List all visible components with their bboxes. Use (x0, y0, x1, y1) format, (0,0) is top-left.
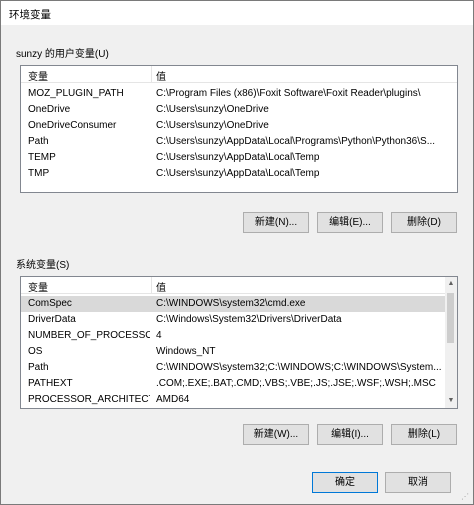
variable-value: C:\Users\sunzy\AppData\Local\Temp (156, 152, 320, 163)
user-edit-button[interactable]: 编辑(E)... (317, 212, 383, 233)
user-delete-button[interactable]: 删除(D) (391, 212, 457, 233)
variable-name: Path (28, 136, 49, 147)
table-row[interactable]: MOZ_PLUGIN_PATH C:\Program Files (x86)\F… (21, 86, 457, 102)
user-new-button[interactable]: 新建(N)... (243, 212, 309, 233)
user-list-header: 变量 值 (21, 66, 457, 83)
title-bar[interactable]: 环境变量 (1, 1, 473, 25)
column-header-variable[interactable]: 变量 (28, 68, 48, 83)
variable-name: Path (28, 362, 49, 373)
variable-name: DriverData (28, 314, 76, 325)
column-header-value[interactable]: 值 (156, 279, 166, 294)
environment-variables-dialog: 环境变量 sunzy 的用户变量(U) 变量 值 MOZ_PLUGIN_PATH… (0, 0, 474, 505)
column-header-value[interactable]: 值 (156, 68, 166, 83)
variable-name: PROCESSOR_ARCHITECT... (28, 394, 150, 405)
variable-name: TMP (28, 168, 50, 179)
ok-button[interactable]: 确定 (312, 472, 378, 493)
table-row[interactable]: OS Windows_NT (21, 344, 457, 360)
table-row[interactable]: PATHEXT .COM;.EXE;.BAT;.CMD;.VBS;.VBE;.J… (21, 376, 457, 392)
table-row[interactable]: NUMBER_OF_PROCESSORS 4 (21, 328, 457, 344)
variable-name: OS (28, 346, 43, 357)
scroll-thumb[interactable] (447, 293, 454, 343)
column-divider[interactable] (151, 277, 152, 294)
scroll-up-icon[interactable]: ▲ (445, 277, 457, 291)
variable-name: MOZ_PLUGIN_PATH (28, 88, 124, 99)
system-variables-label: 系统变量(S) (16, 260, 70, 271)
system-new-button[interactable]: 新建(W)... (243, 424, 309, 445)
user-variables-label: sunzy 的用户变量(U) (16, 49, 109, 60)
variable-value: C:\Users\sunzy\OneDrive (156, 120, 269, 131)
system-edit-button[interactable]: 编辑(I)... (317, 424, 383, 445)
user-variables-list[interactable]: 变量 值 MOZ_PLUGIN_PATH C:\Program Files (x… (20, 65, 458, 193)
variable-value: C:\Program Files (x86)\Foxit Software\Fo… (156, 88, 421, 99)
table-row-selected[interactable]: ComSpec C:\WINDOWS\system32\cmd.exe (21, 296, 457, 312)
table-row[interactable]: TMP C:\Users\sunzy\AppData\Local\Temp (21, 166, 457, 182)
table-row[interactable]: TEMP C:\Users\sunzy\AppData\Local\Temp (21, 150, 457, 166)
variable-name: NUMBER_OF_PROCESSORS (28, 330, 150, 341)
variable-value: AMD64 (156, 394, 190, 405)
cancel-button[interactable]: 取消 (385, 472, 451, 493)
variable-value: Windows_NT (156, 346, 216, 357)
variable-name: ComSpec (28, 298, 72, 309)
table-row[interactable]: Path C:\Users\sunzy\AppData\Local\Progra… (21, 134, 457, 150)
vertical-scrollbar[interactable]: ▲ ▼ (445, 277, 457, 408)
variable-value: 4 (156, 330, 162, 341)
table-row[interactable]: OneDrive C:\Users\sunzy\OneDrive (21, 102, 457, 118)
variable-name: PATHEXT (28, 378, 73, 389)
variable-value: C:\Windows\System32\Drivers\DriverData (156, 314, 342, 325)
column-header-variable[interactable]: 变量 (28, 279, 48, 294)
table-row[interactable]: DriverData C:\Windows\System32\Drivers\D… (21, 312, 457, 328)
variable-value: C:\WINDOWS\system32\cmd.exe (156, 298, 306, 309)
system-variables-list[interactable]: 变量 值 ComSpec C:\WINDOWS\system32\cmd.exe… (20, 276, 458, 409)
table-row[interactable]: Path C:\WINDOWS\system32;C:\WINDOWS;C:\W… (21, 360, 457, 376)
variable-value: C:\Users\sunzy\AppData\Local\Temp (156, 168, 320, 179)
variable-value: .COM;.EXE;.BAT;.CMD;.VBS;.VBE;.JS;.JSE;.… (156, 378, 436, 389)
table-row[interactable]: OneDriveConsumer C:\Users\sunzy\OneDrive (21, 118, 457, 134)
scroll-down-icon[interactable]: ▼ (445, 394, 457, 408)
table-row[interactable]: PROCESSOR_ARCHITECT... AMD64 (21, 392, 457, 408)
system-delete-button[interactable]: 删除(L) (391, 424, 457, 445)
window-title: 环境变量 (9, 9, 51, 21)
system-list-header: 变量 值 (21, 277, 457, 294)
variable-name: TEMP (28, 152, 56, 163)
column-divider[interactable] (151, 66, 152, 83)
variable-name: OneDrive (28, 104, 71, 115)
resize-grip-icon[interactable]: ⋰ (461, 492, 471, 502)
variable-name: OneDriveConsumer (28, 120, 117, 131)
variable-value: C:\WINDOWS\system32;C:\WINDOWS;C:\WINDOW… (156, 362, 441, 373)
variable-value: C:\Users\sunzy\AppData\Local\Programs\Py… (156, 136, 436, 147)
variable-value: C:\Users\sunzy\OneDrive (156, 104, 269, 115)
